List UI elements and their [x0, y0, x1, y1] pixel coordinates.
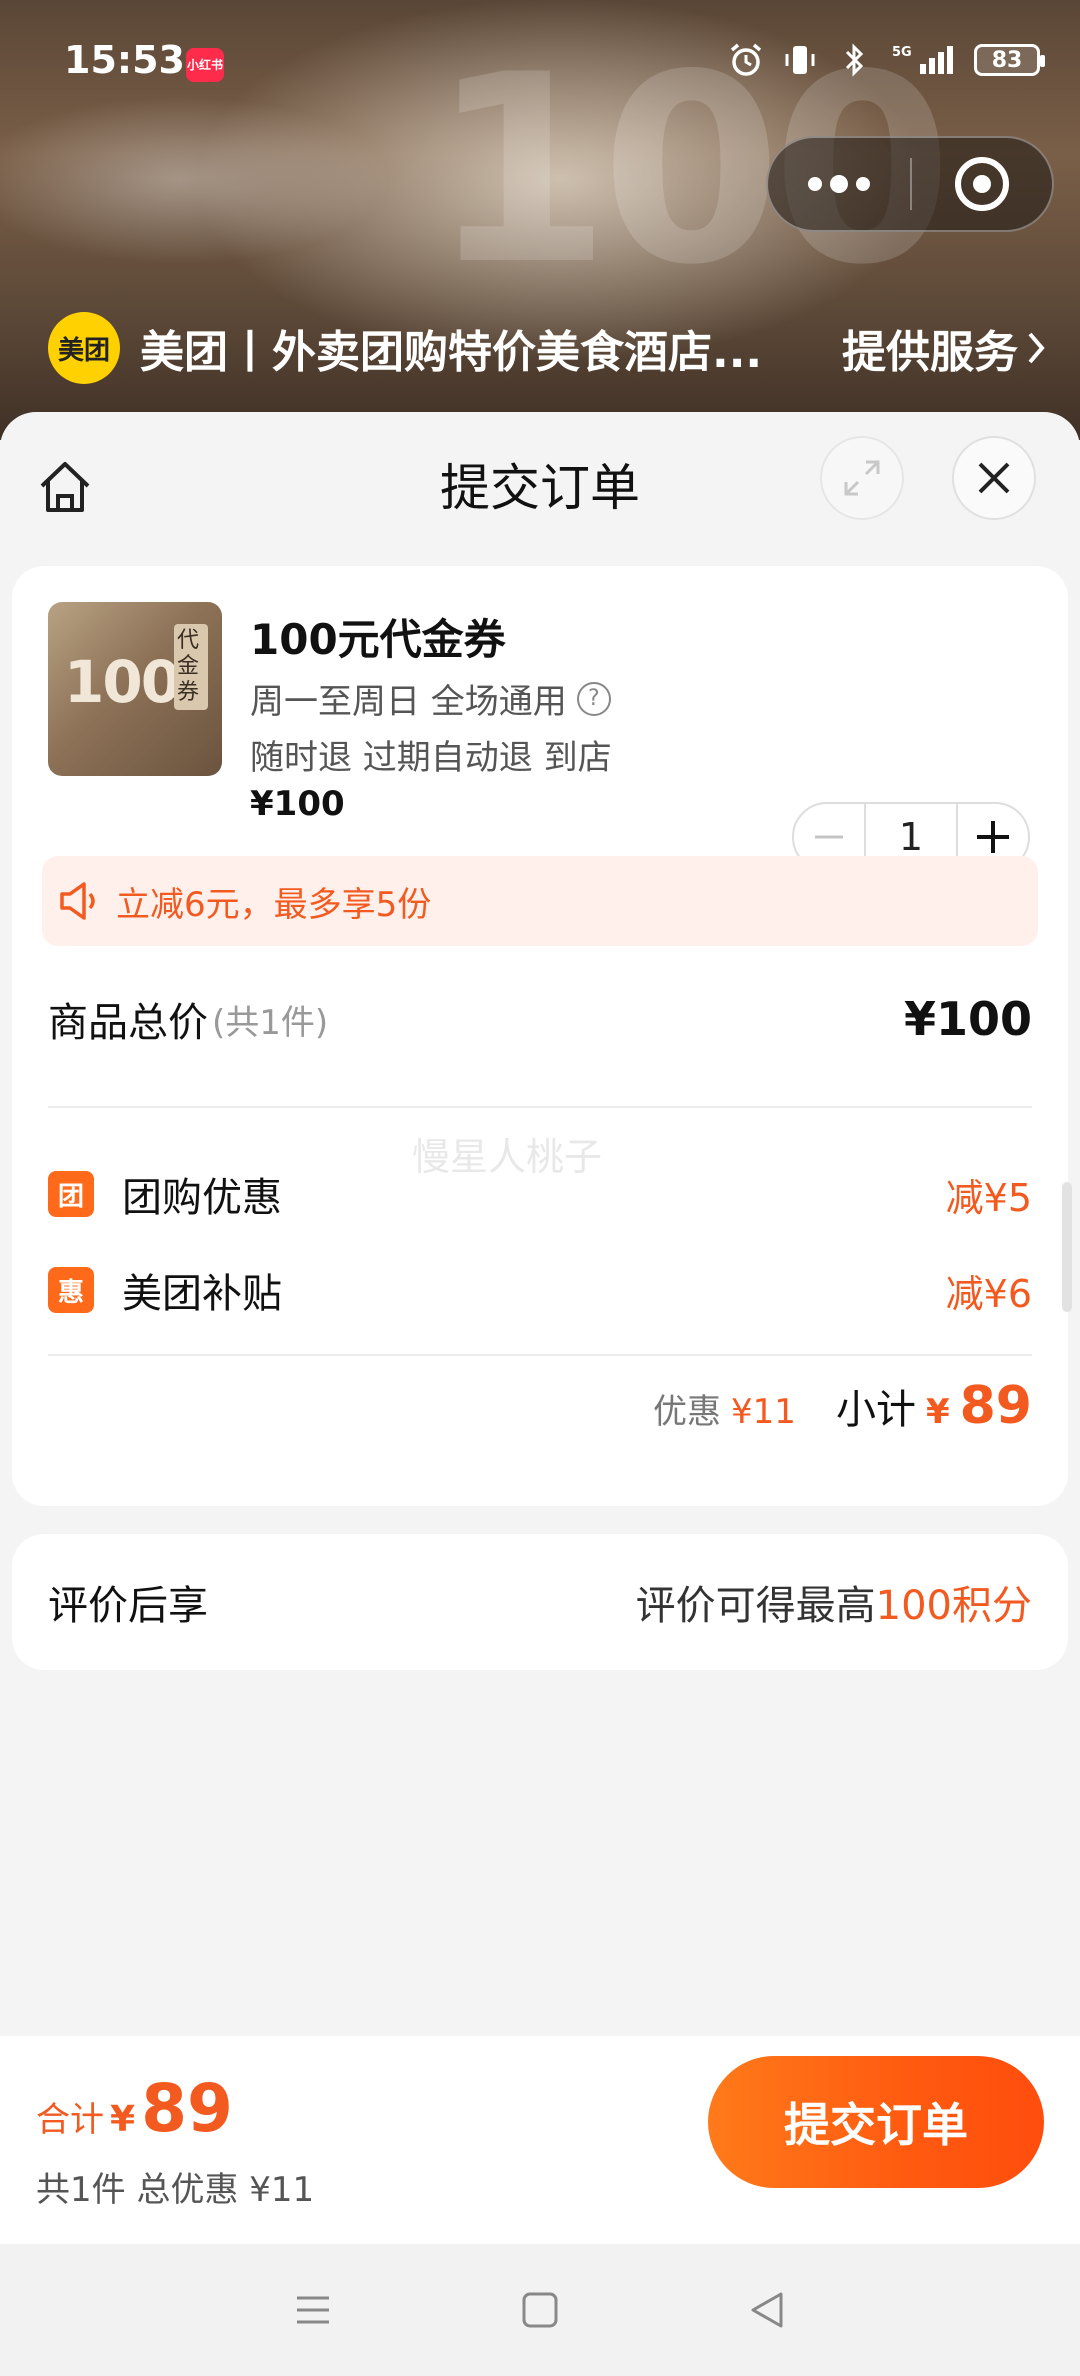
status-time: 15:53: [64, 38, 185, 82]
provide-service-label: 提供服务: [842, 327, 1018, 378]
discount-label: 团购优惠: [122, 1175, 282, 1221]
divider: [48, 1354, 1032, 1356]
subtotal-amount: 89: [959, 1376, 1032, 1436]
close-mini-program-button[interactable]: [912, 157, 1052, 211]
mini-app-header: 美团 美团丨外卖团购特价美食酒店... 提供服务: [48, 310, 1048, 386]
promo-banner: 立减6元，最多享5份: [42, 856, 1038, 946]
product-refund-policy: 随时退 过期自动退 到店: [250, 738, 612, 778]
page-title: 提交订单: [440, 459, 640, 517]
bluetooth-icon: [836, 42, 872, 78]
product-image-text: 100: [64, 648, 181, 716]
alarm-icon: [728, 42, 764, 78]
product-name: 100元代金券: [250, 615, 506, 664]
goods-total-row: 商品总价 (共1件) ¥100: [48, 984, 1032, 1054]
battery-icon: 83: [974, 44, 1045, 76]
review-reward: 评价可得最高100积分: [636, 1573, 1032, 1631]
review-label: 评价后享: [48, 1583, 208, 1629]
total-label: 合计: [36, 2100, 104, 2140]
vibrate-icon: [782, 42, 818, 78]
svg-text:5G: 5G: [892, 45, 912, 60]
expand-icon: [844, 460, 880, 496]
goods-total-label: 商品总价: [48, 1000, 208, 1046]
back-nav-button[interactable]: [737, 2280, 797, 2340]
more-dot-icon: [808, 177, 822, 191]
screen: 100 15:53 小红书 5G 83 美团 美团丨外卖团购特价美食酒店... …: [0, 0, 1080, 2376]
subtotal-discount-value: ¥11: [731, 1392, 796, 1432]
subtotal: 优惠 ¥11 小计 ¥ 89: [653, 1376, 1032, 1436]
minus-icon: [815, 835, 843, 839]
product-price: ¥100: [250, 784, 345, 824]
total-currency: ¥: [110, 2099, 136, 2140]
plus-icon: [977, 821, 1009, 853]
close-button[interactable]: [952, 436, 1036, 520]
promo-text: 立减6元，最多享5份: [116, 884, 432, 925]
order-total: 合计 ¥ 89: [36, 2070, 233, 2147]
target-icon: [955, 157, 1009, 211]
meituan-logo: 美团: [48, 312, 120, 384]
chevron-right-icon: [1028, 332, 1045, 364]
back-triangle-icon: [751, 2292, 783, 2328]
divider: [48, 1106, 1032, 1108]
review-reward-card[interactable]: 评价后享 评价可得最高100积分: [12, 1534, 1068, 1670]
provide-service-link[interactable]: 提供服务: [842, 316, 1048, 380]
product-usage: 周一至周日 全场通用 ?: [250, 674, 611, 723]
expand-button[interactable]: [820, 436, 904, 520]
more-menu-button[interactable]: [768, 138, 910, 230]
signal-5g-icon: 5G: [890, 42, 956, 78]
speaker-icon: [60, 882, 95, 920]
discount-row: 惠 美团补贴 减¥6: [48, 1260, 1032, 1320]
product-image-side-text: 代金券: [174, 624, 208, 710]
total-amount: 89: [141, 2070, 233, 2147]
product-image: 100 代金券: [48, 602, 222, 776]
subtotal-discount-label: 优惠: [653, 1392, 722, 1432]
square-icon: [522, 2292, 558, 2328]
product-usage-text: 周一至周日 全场通用: [250, 682, 567, 722]
help-icon[interactable]: ?: [576, 681, 611, 716]
checkout-bar: 合计 ¥ 89 共1件 总优惠 ¥11 提交订单: [0, 2036, 1080, 2244]
more-dot-icon: [830, 175, 848, 193]
total-summary: 共1件 总优惠 ¥11: [36, 2170, 315, 2210]
subtotal-currency: ¥: [925, 1392, 950, 1432]
groupbuy-badge-icon: 团: [48, 1171, 94, 1217]
status-icons: 5G 83: [728, 42, 1045, 78]
sheet-header: 提交订单: [0, 412, 1080, 552]
recent-apps-button[interactable]: [283, 2280, 343, 2340]
mini-app-name[interactable]: 美团丨外卖团购特价美食酒店...: [140, 316, 760, 380]
review-reward-prefix: 评价可得最高: [635, 1583, 876, 1629]
goods-total-value: ¥100: [903, 992, 1032, 1046]
review-reward-points: 100积分: [875, 1583, 1032, 1629]
status-bar: 15:53 小红书 5G 83: [0, 0, 1080, 130]
discount-row: 团 团购优惠 减¥5: [48, 1164, 1032, 1224]
subsidy-badge-icon: 惠: [48, 1267, 94, 1313]
mini-program-capsule: [766, 136, 1054, 232]
submit-order-button[interactable]: 提交订单: [708, 2056, 1044, 2188]
discount-value: 减¥5: [945, 1175, 1032, 1220]
scrollbar[interactable]: [1062, 1182, 1072, 1312]
subtotal-label: 小计: [835, 1387, 916, 1433]
menu-icon: [297, 2296, 330, 2324]
goods-count: (共1件): [212, 1002, 329, 1043]
discount-label: 美团补贴: [122, 1271, 282, 1317]
notification-app-icon: 小红书: [186, 48, 224, 82]
system-navigation-bar: [0, 2244, 1080, 2376]
close-icon: [978, 462, 1010, 494]
more-dot-icon: [856, 177, 870, 191]
discount-value: 减¥6: [945, 1271, 1032, 1316]
home-nav-button[interactable]: [510, 2280, 570, 2340]
order-card: 100 代金券 100元代金券 周一至周日 全场通用 ? 随时退 过期自动退 到…: [12, 566, 1068, 1506]
